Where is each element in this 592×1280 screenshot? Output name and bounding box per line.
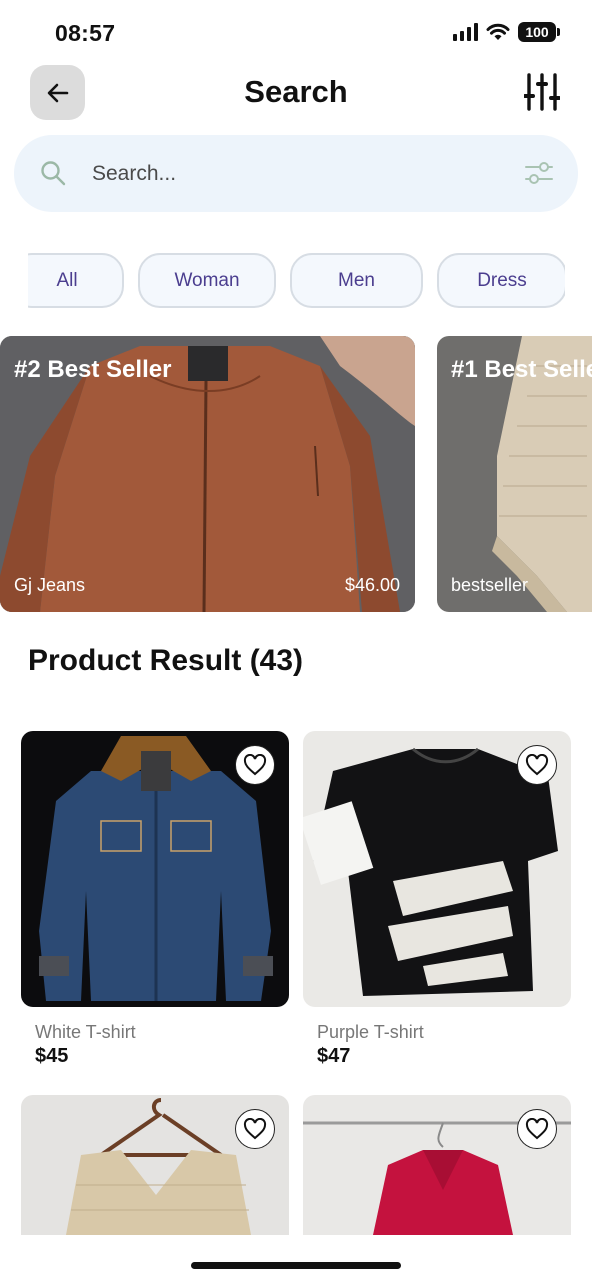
product-card[interactable]: Purple T-shirt $47 bbox=[303, 731, 571, 1068]
product-result-title: Product Result (43) bbox=[28, 644, 304, 677]
favorite-button[interactable] bbox=[517, 745, 557, 785]
chip-men[interactable]: Men bbox=[290, 253, 423, 308]
best-seller-rank: #2 Best Seller bbox=[14, 356, 172, 383]
signal-icon bbox=[453, 23, 478, 41]
chip-woman[interactable]: Woman bbox=[138, 253, 276, 308]
best-seller-name: bestseller bbox=[451, 575, 529, 595]
best-seller-name: Gj Jeans bbox=[14, 575, 86, 595]
status-time: 08:57 bbox=[55, 20, 116, 46]
product-price: $45 bbox=[35, 1045, 69, 1067]
heart-icon bbox=[243, 1118, 267, 1140]
best-seller-price: $46.00 bbox=[344, 575, 400, 595]
heart-icon bbox=[243, 754, 267, 776]
product-name: White T-shirt bbox=[35, 1022, 136, 1042]
page-title: Search bbox=[244, 74, 348, 109]
heart-icon bbox=[525, 754, 549, 776]
best-seller-rank: #1 Best Seller bbox=[451, 356, 592, 383]
product-name: Purple T-shirt bbox=[317, 1022, 424, 1042]
product-image bbox=[21, 731, 289, 1007]
product-card[interactable]: White T-shirt $45 bbox=[21, 731, 289, 1068]
sliders-icon bbox=[523, 73, 561, 111]
chip-dress[interactable]: Dress bbox=[437, 253, 565, 308]
chip-all[interactable]: All bbox=[28, 253, 124, 308]
status-icons: 100 bbox=[453, 22, 560, 42]
filter-icon[interactable] bbox=[524, 159, 554, 187]
favorite-button[interactable] bbox=[235, 745, 275, 785]
product-image bbox=[21, 1095, 289, 1235]
search-bar[interactable] bbox=[14, 135, 578, 212]
home-indicator[interactable] bbox=[191, 1262, 401, 1269]
wifi-icon bbox=[486, 23, 510, 40]
search-icon bbox=[41, 161, 66, 186]
best-seller-card[interactable]: #1 Best Seller bestseller bbox=[437, 336, 592, 612]
best-seller-card[interactable]: #2 Best Seller Gj Jeans $46.00 bbox=[0, 336, 415, 612]
product-card[interactable] bbox=[303, 1095, 571, 1235]
sliders-button[interactable] bbox=[523, 72, 561, 112]
heart-icon bbox=[525, 1118, 549, 1140]
product-price: $47 bbox=[317, 1045, 351, 1067]
status-bar: 08:57 100 bbox=[0, 0, 592, 62]
battery-icon: 100 bbox=[518, 22, 560, 42]
category-chips: All Woman Men Dress bbox=[28, 253, 565, 309]
product-image bbox=[303, 1095, 571, 1235]
product-image bbox=[303, 731, 571, 1007]
favorite-button[interactable] bbox=[517, 1109, 557, 1149]
favorite-button[interactable] bbox=[235, 1109, 275, 1149]
search-input[interactable] bbox=[92, 153, 492, 195]
product-card[interactable] bbox=[21, 1095, 289, 1235]
